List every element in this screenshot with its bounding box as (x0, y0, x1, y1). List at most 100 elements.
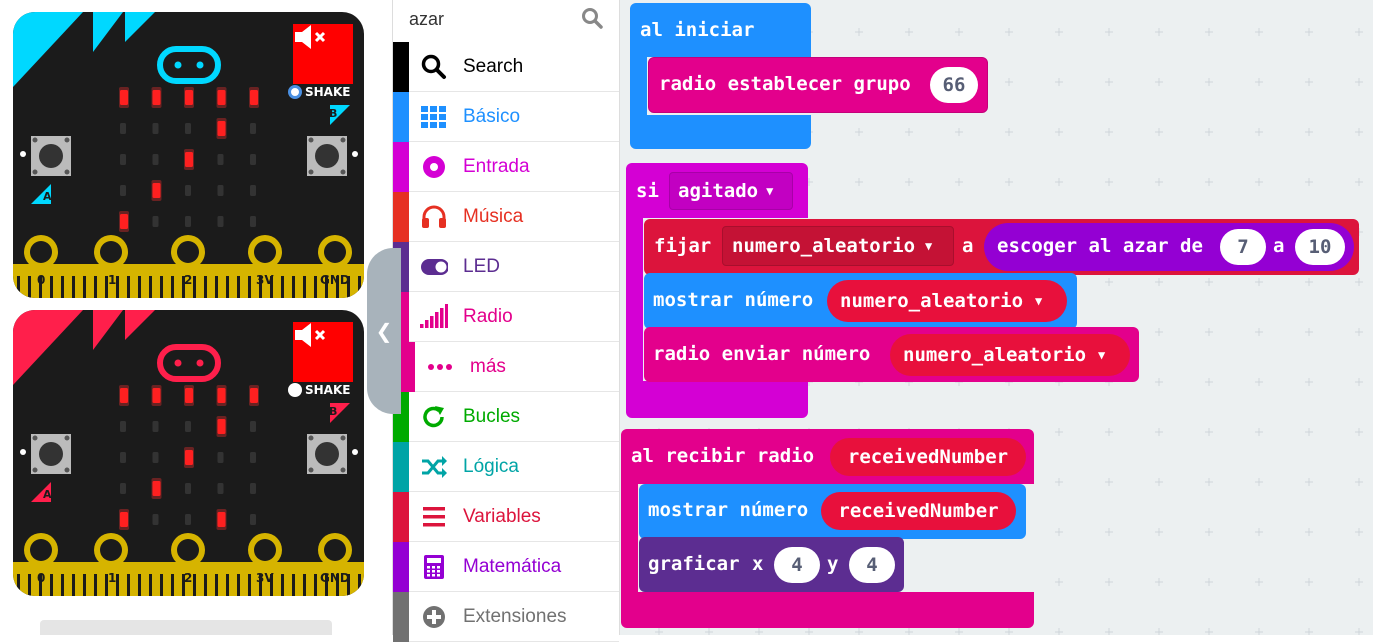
list-icon (420, 503, 448, 531)
category-label: Matemática (463, 556, 562, 577)
plot-y-label: y (827, 553, 839, 575)
search-box (393, 0, 619, 40)
pin-0-label: 0 (37, 571, 46, 585)
radio-send-number-variable[interactable]: numero_aleatorio ▼ (890, 334, 1130, 376)
pin-3v-label: 3V (256, 273, 274, 287)
if-label: si (636, 180, 659, 202)
button-b-label: B (329, 405, 338, 418)
radio-send-number-label: radio enviar número (653, 343, 871, 365)
search-input[interactable] (407, 6, 571, 32)
calculator-icon (420, 553, 448, 581)
on-radio-received-label: al recibir radio (631, 445, 815, 467)
toolbox-category-variables[interactable]: Variables (393, 492, 619, 542)
category-label: Entrada (463, 156, 530, 177)
radio-send-number-variable-value: numero_aleatorio (903, 344, 1087, 366)
category-label: Música (463, 206, 524, 227)
mute-icon (295, 323, 326, 347)
mute-button[interactable] (293, 322, 353, 382)
category-label: Extensiones (463, 606, 567, 627)
plot-x-label: x (752, 553, 764, 575)
category-color-bar (393, 42, 409, 92)
category-label: más (470, 356, 506, 377)
shake-icon (288, 383, 302, 397)
toolbox-category-logica[interactable]: Lógica (393, 442, 619, 492)
random-to-label: a (1273, 235, 1285, 257)
category-label: Lógica (463, 456, 519, 477)
radio-set-group-label: radio establecer grupo (659, 73, 911, 95)
blocks-workspace[interactable]: al iniciar radio establecer grupo 66 si … (619, 0, 1373, 635)
toolbox-category-basico[interactable]: Básico (393, 92, 619, 142)
random-label: escoger al azar de (997, 235, 1203, 257)
grid-icon (420, 103, 448, 131)
category-color-bar (393, 142, 409, 192)
toolbox-category-mas[interactable]: más (393, 342, 619, 392)
search-icon (420, 53, 448, 81)
shake-label: SHAKE (305, 383, 351, 397)
mute-button[interactable] (293, 24, 353, 84)
toolbox: Search Básico Entrada Música LED Radio más Bucl… (392, 0, 620, 642)
mute-icon (295, 25, 326, 49)
gesture-dropdown[interactable]: agitado ▼ (669, 172, 793, 210)
simulator-toolbar[interactable] (40, 620, 332, 635)
simulator-panel: 0 1 2 3V GND A B SHAKE 0 1 2 3V GND A B … (0, 0, 392, 635)
pin-2-label: 2 (184, 571, 193, 585)
category-label: Radio (463, 306, 513, 327)
category-label: LED (463, 256, 500, 277)
collapse-simulator-button[interactable]: ❮ (367, 248, 401, 414)
toggle-icon (420, 253, 448, 281)
toolbox-category-matematica[interactable]: Matemática (393, 542, 619, 592)
show-number-variable-value: numero_aleatorio (840, 290, 1024, 312)
shake-button[interactable]: SHAKE (288, 85, 350, 99)
show-number-variable[interactable]: numero_aleatorio ▼ (827, 280, 1067, 322)
category-label: Variables (463, 506, 541, 527)
pin-1-label: 1 (108, 273, 117, 287)
toolbox-category-entrada[interactable]: Entrada (393, 142, 619, 192)
variable-dropdown-value: numero_aleatorio (732, 235, 916, 257)
toolbox-category-musica[interactable]: Música (393, 192, 619, 242)
show-number-variable-2[interactable]: receivedNumber (821, 492, 1016, 530)
button-a-label: A (43, 190, 52, 203)
group-number-input[interactable]: 66 (930, 67, 978, 103)
button-a-label: A (43, 488, 52, 501)
toolbox-category-search[interactable]: Search (393, 42, 619, 92)
received-number-param[interactable]: receivedNumber (830, 438, 1026, 476)
pin-gnd-label: GND (320, 571, 350, 585)
plot-label: graficar (648, 553, 740, 575)
pin-3v-label: 3V (256, 571, 274, 585)
on-start-label: al iniciar (640, 19, 755, 41)
category-color-bar (393, 492, 409, 542)
chevron-down-icon: ▼ (925, 239, 933, 253)
pin-gnd-label: GND (320, 273, 350, 287)
chevron-down-icon: ▼ (1035, 294, 1043, 308)
plot-x-input[interactable]: 4 (774, 547, 820, 583)
random-from-input[interactable]: 7 (1220, 229, 1266, 265)
headphones-icon (420, 203, 448, 231)
category-label: Search (463, 56, 524, 77)
pin-1-label: 1 (108, 571, 117, 585)
category-color-bar (393, 542, 409, 592)
random-to-input[interactable]: 10 (1295, 229, 1345, 265)
plus-circle-icon (420, 603, 448, 631)
variable-dropdown[interactable]: numero_aleatorio ▼ (722, 226, 954, 266)
toolbox-category-bucles[interactable]: Bucles (393, 392, 619, 442)
shake-button[interactable]: SHAKE (288, 383, 350, 397)
show-number-label-2: mostrar número (648, 499, 809, 521)
toolbox-category-led[interactable]: LED (393, 242, 619, 292)
shuffle-icon (420, 453, 448, 481)
chevron-left-icon: ❮ (375, 319, 393, 343)
show-number-label: mostrar número (653, 289, 814, 311)
to-label: a (962, 235, 974, 257)
plot-y-input[interactable]: 4 (849, 547, 895, 583)
toolbox-category-radio[interactable]: Radio (393, 292, 619, 342)
search-icon[interactable] (581, 7, 603, 29)
refresh-icon (420, 403, 448, 431)
category-color-bar (393, 442, 409, 492)
microbit-simulator-2[interactable]: 0 1 2 3V GND A B SHAKE (13, 310, 364, 596)
chevron-down-icon: ▼ (766, 184, 774, 198)
category-label: Básico (463, 106, 521, 127)
chevron-down-icon: ▼ (1098, 348, 1106, 362)
shake-label: SHAKE (305, 85, 351, 99)
microbit-simulator-1[interactable]: 0 1 2 3V GND A B SHAKE (13, 12, 364, 298)
radio-button-icon (420, 153, 448, 181)
button-b-label: B (329, 107, 338, 120)
